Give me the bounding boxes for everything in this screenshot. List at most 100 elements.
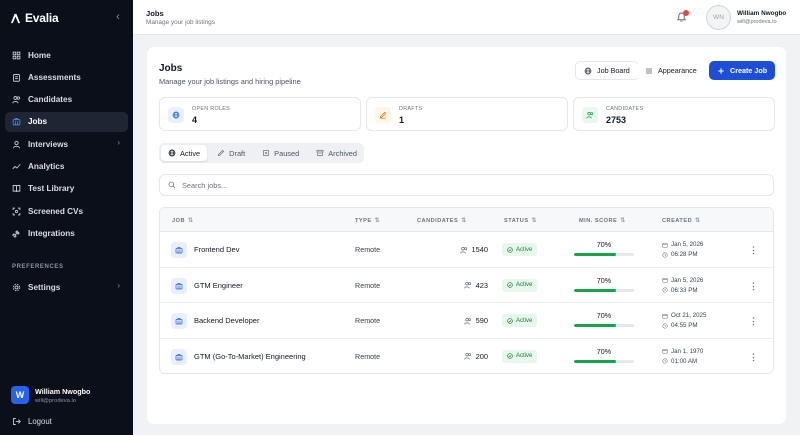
sidebar-item-label: Analytics: [28, 161, 65, 171]
user-email: will@prodeva.io: [737, 19, 777, 25]
stat-open-roles: OPEN ROLES 4: [159, 97, 361, 131]
sidebar-item-test-library[interactable]: Test Library: [5, 179, 128, 199]
time-text: 01:00 AM: [671, 357, 698, 365]
column-header-status[interactable]: STATUS ⇅: [504, 217, 537, 225]
tab-active[interactable]: Active: [161, 145, 208, 161]
job-icon-box: [171, 348, 187, 365]
stat-value: 4: [192, 115, 198, 125]
sidebar-item-analytics[interactable]: Analytics: [5, 156, 128, 176]
topbar-user[interactable]: William Nwogbo will@prodeva.io: [737, 10, 786, 25]
logout-button[interactable]: Logout: [12, 417, 52, 426]
date-text: Jan 5, 2026: [671, 276, 704, 284]
more-options-icon[interactable]: ⋮: [749, 315, 758, 327]
column-header-created[interactable]: CREATED ⇅: [662, 217, 701, 225]
search-input[interactable]: [182, 180, 682, 190]
table-row[interactable]: Backend Developer Remote 590 Active 70% …: [160, 303, 773, 339]
home-icon: [12, 51, 21, 59]
check-circle-icon: [507, 246, 513, 253]
job-name[interactable]: Frontend Dev: [194, 245, 239, 254]
sidebar-item-home[interactable]: Home: [5, 45, 128, 65]
table-row[interactable]: GTM (Go-To-Market) Engineering Remote 20…: [160, 339, 773, 374]
sidebar-item-label: Settings: [28, 282, 61, 292]
clock-icon: [662, 251, 668, 258]
column-header-job[interactable]: JOB ⇅: [172, 217, 194, 225]
sidebar-item-label: Interviews: [28, 139, 69, 149]
status-badge: Active: [502, 349, 538, 363]
brand[interactable]: Evalia: [10, 10, 59, 26]
time-text: 04:55 PM: [671, 322, 698, 329]
briefcase-icon: [175, 353, 183, 360]
sidebar-item-candidates[interactable]: Candidates: [5, 90, 128, 110]
column-header-candidates[interactable]: CANDIDATES ⇅: [417, 217, 467, 225]
users-icon: [463, 317, 471, 324]
status-badge: Active: [502, 314, 538, 327]
column-header-min-score[interactable]: MIN. SCORE ⇅: [579, 217, 626, 225]
candidates-count: 590: [475, 316, 488, 325]
tab-label: Paused: [274, 148, 300, 158]
sidebar-item-screened-cvs[interactable]: Screened CVs: [5, 201, 128, 221]
more-options-icon[interactable]: ⋮: [749, 351, 758, 363]
table-row[interactable]: GTM Engineer Remote 423 Active 70% Jan 5…: [160, 268, 773, 303]
job-name[interactable]: Backend Developer: [194, 316, 259, 325]
avatar[interactable]: WN: [706, 5, 731, 30]
tab-label: Archived: [328, 148, 357, 158]
sidebar-item-label: Candidates: [28, 95, 73, 105]
job-name[interactable]: GTM Engineer: [194, 281, 243, 290]
sort-icon: ⇅: [374, 218, 381, 224]
appearance-button[interactable]: Appearance: [637, 61, 705, 80]
sort-icon: ⇅: [461, 218, 467, 224]
globe-icon: [168, 149, 176, 157]
jobs-table: JOB ⇅ TYPE ⇅ CANDIDATES ⇅ STATUS ⇅ MIN. SCOR…: [159, 207, 774, 374]
sidebar-item-assessments[interactable]: Assessments: [5, 67, 128, 87]
collapse-sidebar-icon[interactable]: ‹: [112, 10, 124, 24]
clock-icon: [662, 287, 668, 293]
interview-icon: [13, 140, 20, 149]
tab-archived[interactable]: Archived: [309, 145, 364, 161]
status-label: Active: [516, 353, 533, 359]
status-label: Active: [516, 246, 533, 253]
more-options-icon[interactable]: ⋮: [749, 280, 758, 292]
table-row[interactable]: Frontend Dev Remote 1540 Active 70% Jan …: [160, 232, 773, 268]
job-icon-box: [171, 242, 187, 258]
user-name: William Nwogbo: [35, 386, 91, 396]
score-bar-fill: [574, 288, 616, 292]
date-text: Oct 21, 2025: [671, 312, 707, 319]
tab-draft[interactable]: Draft: [210, 145, 252, 161]
job-type: Remote: [355, 280, 381, 290]
job-board-button[interactable]: Job Board: [575, 61, 639, 80]
more-options-icon[interactable]: ⋮: [749, 244, 758, 256]
sidebar-user-card[interactable]: W William Nwogbo will@prodeva.io: [11, 386, 90, 404]
sidebar-nav: Home Assessments Candidates Jobs Intervi…: [0, 45, 133, 246]
sidebar-item-settings[interactable]: Settings ›: [5, 277, 128, 297]
create-job-button[interactable]: Create Job: [709, 61, 776, 80]
page-title: Jobs: [146, 9, 164, 18]
score-bar-fill: [574, 359, 616, 363]
sidebar-item-label: Integrations: [28, 228, 75, 238]
time-text: 06:33 PM: [671, 286, 698, 294]
column-header-type[interactable]: TYPE ⇅: [355, 217, 381, 225]
sidebar-item-interviews[interactable]: Interviews ›: [5, 134, 128, 154]
job-name[interactable]: GTM (Go-To-Market) Engineering: [194, 352, 306, 361]
tab-paused[interactable]: Paused: [255, 145, 306, 161]
sidebar-item-integrations[interactable]: Integrations: [5, 223, 128, 243]
sidebar-item-label: Assessments: [28, 72, 81, 82]
stat-icon-box: [582, 107, 598, 123]
column-label: TYPE: [355, 217, 372, 224]
score-label: 70%: [596, 240, 612, 249]
notification-badge: [683, 10, 689, 16]
stat-value: 2753: [606, 115, 627, 125]
score-bar: [574, 253, 634, 256]
calendar-icon: [662, 348, 668, 354]
card-subtitle: Manage your job listings and hiring pipe…: [159, 77, 301, 86]
column-label: STATUS: [504, 217, 529, 224]
create-job-label: Create Job: [730, 66, 768, 75]
candidates-count: 423: [475, 280, 488, 290]
user-email: will@prodeva.io: [35, 397, 77, 404]
clipboard-icon: [13, 73, 20, 82]
pencil-icon: [379, 111, 387, 119]
tab-label: Draft: [229, 148, 246, 158]
sidebar-item-jobs[interactable]: Jobs: [5, 111, 128, 132]
search-bar[interactable]: [159, 174, 774, 196]
stat-label: DRAFTS: [399, 106, 423, 112]
check-circle-icon: [507, 282, 513, 288]
